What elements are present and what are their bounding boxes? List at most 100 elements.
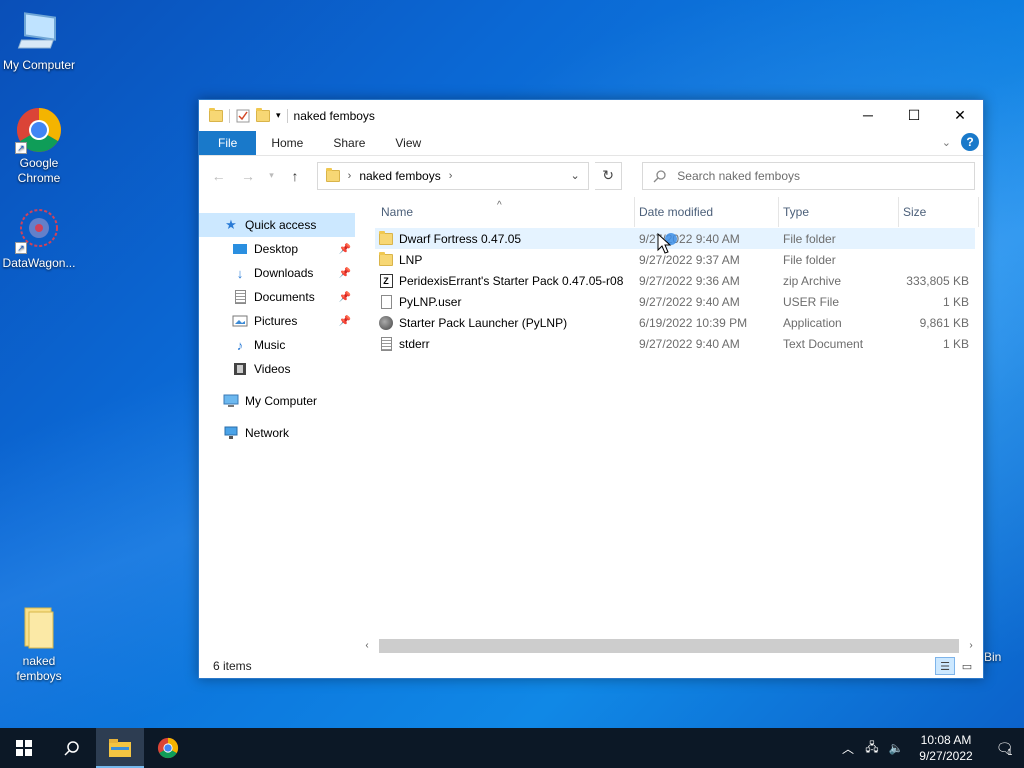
file-date: 6/19/2022 10:39 PM [639,315,748,330]
desktop-icon [232,241,248,257]
desktop-icon-datawagon[interactable]: ↗ DataWagon... [0,206,78,271]
folder-icon [379,230,393,247]
tab-file[interactable]: File [199,131,257,155]
show-hidden-icons-icon[interactable]: ︿ [836,740,860,757]
nav-item-my-computer[interactable]: My Computer [199,389,359,413]
new-folder-icon[interactable] [256,107,270,122]
divider [286,108,288,123]
start-button[interactable] [0,728,48,768]
breadcrumb-folder[interactable]: naked femboys [359,169,440,183]
taskbar-chrome[interactable] [144,728,192,768]
scrollbar-thumb[interactable] [379,638,959,653]
desktop-icon-google-chrome[interactable]: ↗ Google Chrome [0,106,78,186]
action-center-button[interactable]: 🗨 1 [984,728,1024,768]
nav-label: Documents [254,290,315,304]
scroll-right-icon[interactable]: › [963,640,979,651]
clock[interactable]: 10:08 AM 9/27/2022 [908,732,984,764]
volume-icon[interactable]: 🔈 [884,741,908,755]
details-view-icon[interactable]: ☰ [935,657,955,675]
search-button[interactable] [48,728,96,768]
folder-icon [209,107,223,122]
search-input[interactable]: Search naked femboys [642,161,975,190]
recycle-bin-label[interactable]: Bin [984,650,1001,664]
refresh-button[interactable]: ↻ [595,161,623,190]
back-button[interactable]: ← [207,164,230,188]
file-date: 9/27/2022 9:37 AM [639,252,740,267]
quick-access-toolbar: ▾ [209,107,288,123]
taskbar-file-explorer[interactable] [96,728,144,768]
nav-item-downloads[interactable]: ↓ Downloads 📌 [199,261,359,285]
properties-icon[interactable] [236,109,250,123]
nav-item-videos[interactable]: Videos [199,357,359,381]
file-name: PyLNP.user [399,294,462,309]
tab-share[interactable]: Share [318,131,380,155]
file-name: stderr [399,336,430,351]
column-header-size[interactable]: Size [899,197,979,227]
chrome-icon: ↗ [15,106,63,154]
folder-icon [325,167,340,182]
network-icon[interactable]: 🖧 [860,738,884,759]
scroll-left-icon[interactable]: ‹ [359,640,375,651]
nav-label: Videos [254,362,291,376]
nav-label: My Computer [245,394,318,408]
clock-time: 10:08 AM [920,733,972,747]
horizontal-scrollbar[interactable]: ‹ › [359,637,979,654]
maximize-button[interactable]: ☐ [891,100,937,130]
address-bar[interactable]: › naked femboys › ⌄ [316,161,590,190]
ribbon-right-controls: ⌄ ? [942,133,979,151]
file-row[interactable]: PyLNP.user 9/27/2022 9:40 AM USER File 1… [375,291,975,312]
window-controls: ─ ☐ ✕ [845,100,983,130]
pin-icon[interactable]: 📌 [339,316,351,327]
desktop-icon-my-computer[interactable]: My Computer [0,8,78,73]
up-button[interactable]: ↑ [283,164,306,188]
search-icon [653,169,666,182]
column-header-date[interactable]: Date modified [635,197,779,227]
forward-button[interactable]: → [236,164,259,188]
breadcrumb-chevron-icon[interactable]: › [348,170,352,182]
nav-item-quick-access[interactable]: ★ Quick access [199,213,355,237]
title-bar[interactable]: ▾ naked femboys ─ ☐ ✕ [199,100,983,131]
large-icons-view-icon[interactable]: ▭ [957,657,977,675]
pin-icon[interactable]: 📌 [339,268,351,279]
nav-item-desktop[interactable]: Desktop 📌 [199,237,359,261]
file-row[interactable]: Z PeridexisErrant's Starter Pack 0.47.05-… [375,270,975,291]
nav-item-pictures[interactable]: Pictures 📌 [199,309,359,333]
pin-icon[interactable]: 📌 [339,244,351,255]
computer-icon [223,393,239,409]
file-size: 333,805 KB [906,273,969,288]
column-label: Date modified [639,205,714,219]
file-row[interactable]: stderr 9/27/2022 9:40 AM Text Document 1… [375,333,975,354]
file-type: File folder [783,231,836,246]
nav-item-music[interactable]: ♪ Music [199,333,359,357]
taskbar: ︿ 🖧 🔈 10:08 AM 9/27/2022 🗨 1 [0,728,1024,768]
column-header-type[interactable]: Type [779,197,899,227]
zip-icon: Z [379,273,393,289]
expand-ribbon-icon[interactable]: ⌄ [942,136,951,149]
nav-item-documents[interactable]: Documents 📌 [199,285,359,309]
windows-logo-icon [16,740,32,756]
file-date: 9/27/2022 9:36 AM [639,273,740,288]
nav-item-network[interactable]: Network [199,421,359,445]
pin-icon[interactable]: 📌 [339,292,351,303]
shortcut-arrow-icon: ↗ [15,142,27,154]
file-type: Application [783,315,842,330]
tab-view[interactable]: View [380,131,436,155]
desktop-icon-naked-femboys-folder[interactable]: naked femboys [0,604,78,684]
close-button[interactable]: ✕ [937,100,983,130]
recent-locations-icon[interactable]: ▾ [266,164,278,188]
minimize-button[interactable]: ─ [845,100,891,130]
help-icon[interactable]: ? [961,133,979,151]
documents-icon [232,289,248,305]
clock-date: 9/27/2022 [919,749,973,763]
nav-label: Desktop [254,242,299,256]
file-size: 1 KB [942,294,969,309]
customize-qat-icon[interactable]: ▾ [276,110,281,121]
file-row[interactable]: Starter Pack Launcher (PyLNP) 6/19/2022 … [375,312,975,333]
tab-home[interactable]: Home [256,131,318,155]
breadcrumb-chevron-icon[interactable]: › [449,170,453,182]
column-header-name[interactable]: Name ^ [377,197,635,227]
address-dropdown-icon[interactable]: ⌄ [562,169,588,182]
shortcut-arrow-icon: ↗ [15,242,27,254]
status-bar: 6 items ☰ ▭ [199,654,983,678]
download-arrow-icon: ↓ [236,265,244,281]
